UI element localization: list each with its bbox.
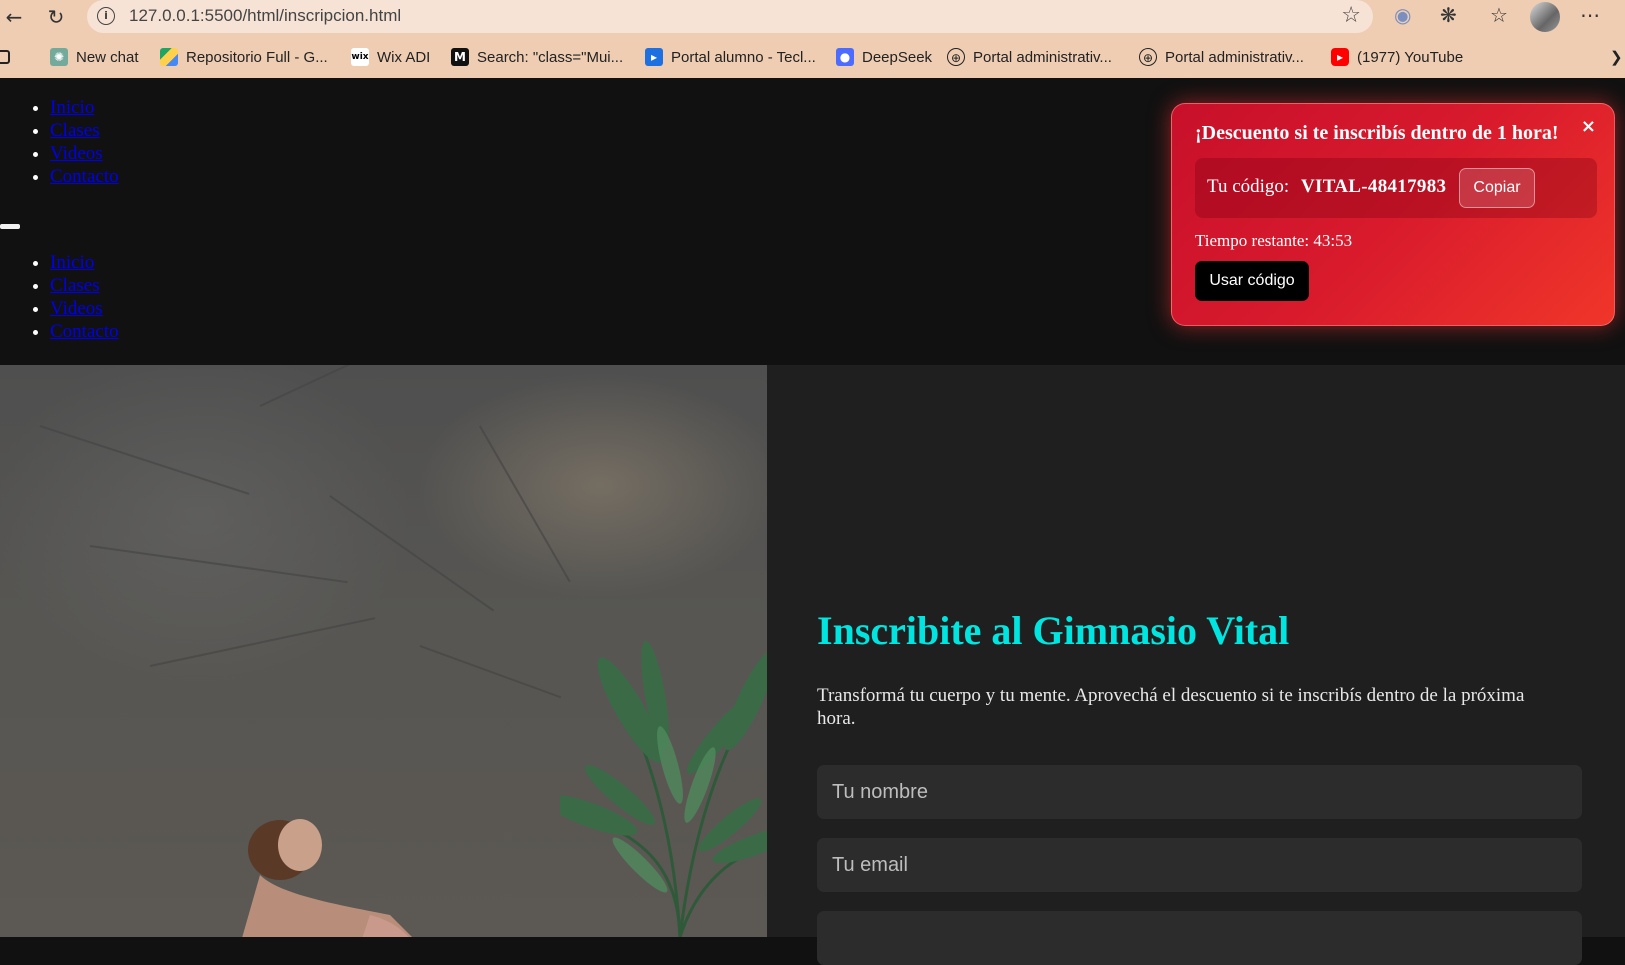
mobile-nav-link-videos[interactable]: Videos	[50, 298, 103, 319]
name-field[interactable]	[817, 765, 1582, 819]
bookmark-item[interactable]: ⊕ Portal administrativ...	[1139, 47, 1304, 67]
marble-vein	[89, 545, 348, 583]
extensions-icon[interactable]: ❋	[1440, 3, 1457, 27]
signup-section: Inscribite al Gimnasio Vital Transformá …	[0, 365, 1625, 965]
bookmark-item[interactable]: Repositorio Full - G...	[160, 47, 328, 67]
extra-field[interactable]	[817, 911, 1582, 965]
google-drive-icon	[160, 48, 178, 66]
nav-item: Clases	[50, 119, 119, 142]
plant-illustration	[560, 640, 767, 937]
nav-link-contacto[interactable]: Contacto	[50, 166, 119, 187]
favorites-icon[interactable]: ☆	[1490, 3, 1508, 27]
hero-photo	[0, 365, 767, 937]
url-text[interactable]: 127.0.0.1:5500/html/inscripcion.html	[129, 6, 401, 26]
deepseek-icon: ●	[836, 48, 854, 66]
page: Inicio Clases Videos Contacto Inicio Cla…	[0, 78, 1625, 965]
bookmark-item[interactable]: ▸ (1977) YouTube	[1331, 47, 1463, 67]
bookmark-item[interactable]: ● DeepSeek	[836, 47, 932, 67]
nav-item: Videos	[50, 297, 119, 320]
nav-item: Contacto	[50, 320, 119, 343]
globe-icon: ⊕	[1139, 48, 1157, 66]
page-description: Transformá tu cuerpo y tu mente. Aprovec…	[817, 685, 1525, 729]
nav-item: Inicio	[50, 251, 119, 274]
more-menu-icon[interactable]: ⋯	[1580, 3, 1600, 27]
copy-button[interactable]: Copiar	[1459, 168, 1535, 208]
timer-label: Tiempo restante:	[1195, 231, 1310, 250]
marble-vein	[39, 425, 250, 495]
nav-link-clases[interactable]: Clases	[50, 120, 100, 141]
bookmark-item[interactable]: ⊕ Portal administrativ...	[947, 47, 1112, 67]
nav-link-inicio[interactable]: Inicio	[50, 97, 94, 118]
bookmark-label: Repositorio Full - G...	[186, 48, 328, 66]
bookmark-label: Wix ADI	[377, 48, 431, 66]
bookmark-star-icon[interactable]: ☆	[1341, 3, 1361, 28]
site-info-icon[interactable]: i	[97, 7, 115, 25]
profile-avatar[interactable]	[1530, 2, 1560, 32]
nav-item: Videos	[50, 142, 119, 165]
mobile-nav: Inicio Clases Videos Contacto	[0, 251, 119, 343]
discount-code: VITAL-48417983	[1301, 176, 1447, 197]
globe-icon: ⊕	[947, 48, 965, 66]
mobile-nav-link-clases[interactable]: Clases	[50, 275, 100, 296]
close-icon[interactable]: ×	[1581, 116, 1596, 137]
mui-icon: M	[451, 48, 469, 66]
reload-icon[interactable]: ↻	[42, 3, 70, 31]
nav-item: Clases	[50, 274, 119, 297]
nav-item: Contacto	[50, 165, 119, 188]
browser-chrome: ← ↻ i 127.0.0.1:5500/html/inscripcion.ht…	[0, 0, 1625, 78]
bookmark-label: DeepSeek	[862, 48, 933, 66]
portal-icon: ▸	[645, 48, 663, 66]
marble-vein	[259, 365, 424, 407]
marble-vein	[479, 425, 571, 583]
bookmark-item[interactable]: ▸ Portal alumno - Tecl...	[645, 47, 816, 67]
page-title: Inscribite al Gimnasio Vital	[817, 608, 1290, 653]
signup-form-area: Inscribite al Gimnasio Vital Transformá …	[767, 365, 1625, 965]
bookmark-item[interactable]: wix Wix ADI	[351, 47, 430, 67]
marble-vein	[419, 645, 562, 698]
woman-figure	[242, 819, 412, 937]
bookmarks-bar: ✺ New chat Repositorio Full - G... wix Wix…	[0, 42, 1625, 72]
bookmark-label: Search: "class="Mui...	[477, 48, 624, 66]
discount-popup: × ¡Descuento si te inscribís dentro de 1…	[1171, 103, 1615, 326]
marble-vein	[329, 495, 495, 612]
menu-toggle-button[interactable]	[0, 224, 20, 229]
bookmark-label: New chat	[76, 48, 139, 66]
wix-icon: wix	[351, 48, 369, 66]
bookmark-item[interactable]: M Search: "class="Mui...	[451, 47, 623, 67]
main-nav: Inicio Clases Videos Contacto	[0, 96, 119, 188]
email-field[interactable]	[817, 838, 1582, 892]
popup-title: ¡Descuento si te inscribís dentro de 1 h…	[1195, 122, 1559, 144]
countdown: Tiempo restante: 43:53	[1195, 231, 1352, 251]
sidebar-toggle-icon[interactable]	[0, 47, 18, 67]
marble-vein	[149, 617, 376, 667]
bookmark-item[interactable]: ✺ New chat	[50, 47, 139, 67]
code-box: Tu código: VITAL-48417983 Copiar	[1195, 158, 1597, 218]
bookmarks-overflow-icon[interactable]: ❯	[1610, 47, 1623, 67]
youtube-icon: ▸	[1331, 48, 1349, 66]
mobile-nav-link-contacto[interactable]: Contacto	[50, 321, 119, 342]
bookmark-label: (1977) YouTube	[1357, 48, 1464, 66]
timer-value: 43:53	[1313, 231, 1353, 250]
nav-link-videos[interactable]: Videos	[50, 143, 103, 164]
use-code-button[interactable]: Usar código	[1195, 261, 1309, 301]
bookmark-label: Portal administrativ...	[973, 48, 1112, 66]
bookmark-label: Portal alumno - Tecl...	[671, 48, 816, 66]
address-bar[interactable]: i 127.0.0.1:5500/html/inscripcion.html ☆	[87, 0, 1373, 33]
back-icon[interactable]: ←	[0, 3, 28, 31]
bookmark-label: Portal administrativ...	[1165, 48, 1304, 66]
code-label: Tu código:	[1207, 176, 1290, 197]
nav-item: Inicio	[50, 96, 119, 119]
tracking-icon[interactable]: ◉	[1394, 3, 1411, 27]
chatgpt-icon: ✺	[50, 48, 68, 66]
address-row: ← ↻ i 127.0.0.1:5500/html/inscripcion.ht…	[0, 0, 1625, 34]
mobile-nav-link-inicio[interactable]: Inicio	[50, 252, 94, 273]
